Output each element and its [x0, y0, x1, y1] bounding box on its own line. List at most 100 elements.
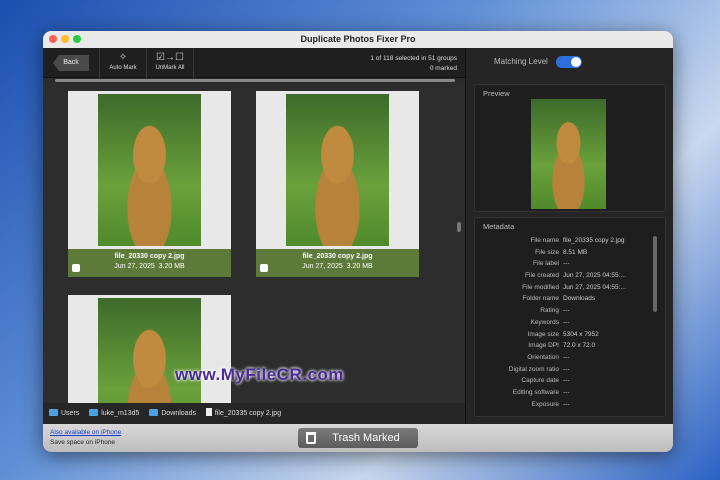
- breadcrumb-item[interactable]: Downloads: [149, 409, 196, 417]
- metadata-row: Editing software ---: [475, 387, 665, 399]
- dog-preview-image: [531, 99, 606, 209]
- metadata-key: Orientation: [527, 353, 559, 361]
- marked-count: 0 marked: [429, 65, 457, 72]
- app-window: Duplicate Photos Fixer Pro Back ✧ Auto M…: [43, 31, 673, 452]
- watermark: www.MyFileCR.com: [175, 365, 344, 384]
- unmark-all-label: UnMark All: [155, 65, 185, 71]
- photo-grid: file_20330 copy 2.jpg Jun 27, 2025 3.20 …: [43, 83, 465, 403]
- mark-checkbox[interactable]: [260, 264, 268, 272]
- splitter-handle[interactable]: [457, 222, 461, 232]
- metadata-key: File modified: [522, 283, 559, 291]
- photo-card[interactable]: [68, 295, 231, 403]
- folder-icon: [89, 409, 99, 416]
- metadata-value: ---: [563, 318, 570, 326]
- selection-count: 1 of 118 selected in 51 groups: [370, 55, 457, 62]
- auto-mark-label: Auto Mark: [109, 65, 137, 71]
- metadata-key: Image size: [527, 330, 559, 338]
- metadata-value: ---: [563, 400, 570, 408]
- metadata-key: Digital zoom ratio: [508, 365, 559, 373]
- file-size: 3.20 MB: [158, 263, 185, 270]
- metadata-title: Metadata: [483, 222, 515, 231]
- metadata-row: Image size 5304 x 7952: [475, 329, 665, 341]
- file-name: file_20330 copy 2.jpg: [302, 253, 373, 260]
- breadcrumb-label: Downloads: [161, 410, 196, 417]
- metadata-value: ---: [563, 353, 570, 361]
- matching-level-toggle[interactable]: [556, 56, 582, 68]
- metadata-key: Editing software: [512, 388, 559, 396]
- metadata-row: Rating ---: [475, 305, 665, 317]
- folder-icon: [149, 409, 159, 416]
- metadata-value: Downloads: [563, 295, 596, 303]
- metadata-row: File modified Jun 27, 2025 04:55:...: [475, 282, 665, 294]
- breadcrumb-item[interactable]: Users: [49, 409, 80, 417]
- metadata-row: Keywords ---: [475, 317, 665, 329]
- metadata-row: File size 8.51 MB: [475, 247, 665, 259]
- metadata-scrollbar[interactable]: [653, 236, 657, 312]
- selection-status: 1 of 118 selected in 51 groups 0 marked: [370, 54, 457, 74]
- title-bar: Duplicate Photos Fixer Pro: [43, 31, 673, 48]
- metadata-row: Image DPI 72.0 x 72.0: [475, 340, 665, 352]
- trash-icon: [306, 432, 316, 444]
- metadata-panel: Metadata File name file_20335 copy 2.jpg F…: [474, 217, 666, 417]
- magic-wand-icon: ✧: [118, 52, 128, 63]
- metadata-row: Capture date ---: [475, 375, 665, 387]
- metadata-value: ---: [563, 260, 570, 268]
- breadcrumb-label: file_20335 copy 2.jpg: [214, 410, 282, 417]
- metadata-key: File size: [535, 248, 559, 256]
- window-title: Duplicate Photos Fixer Pro: [300, 34, 416, 44]
- metadata-row: Exposure ---: [475, 399, 665, 411]
- metadata-key: File label: [532, 260, 559, 268]
- minimize-window-button[interactable]: [61, 35, 69, 43]
- breadcrumb-item[interactable]: luke_m13d5: [89, 409, 140, 417]
- metadata-key: Rating: [540, 307, 559, 315]
- metadata-value: ---: [563, 388, 570, 396]
- dog-photo-thumbnail: [98, 298, 201, 403]
- close-window-button[interactable]: [49, 35, 57, 43]
- metadata-row: Orientation ---: [475, 352, 665, 364]
- metadata-value: 72.0 x 72.0: [563, 342, 596, 350]
- metadata-key: Folder name: [522, 295, 560, 303]
- metadata-value: ---: [563, 377, 570, 385]
- auto-mark-button[interactable]: ✧ Auto Mark: [99, 48, 146, 78]
- file-icon: [205, 408, 212, 416]
- breadcrumb-item[interactable]: file_20335 copy 2.jpg: [205, 408, 282, 417]
- unmark-all-button[interactable]: ☑→☐ UnMark All: [146, 48, 194, 78]
- metadata-key: Capture date: [521, 377, 559, 385]
- iphone-link[interactable]: Also available on iPhone: [50, 429, 121, 436]
- dog-photo-thumbnail: [98, 94, 201, 246]
- photo-card[interactable]: file_20330 copy 2.jpg Jun 27, 2025 3.20 …: [68, 91, 231, 277]
- file-size: 3.20 MB: [346, 263, 373, 270]
- trash-marked-button[interactable]: Trash Marked: [298, 428, 418, 448]
- metadata-row: Folder name Downloads: [475, 293, 665, 305]
- metadata-row: File created Jun 27, 2025 04:55:...: [475, 270, 665, 282]
- dog-photo-thumbnail: [286, 94, 389, 246]
- iphone-note: Save space on iPhone: [50, 439, 116, 446]
- metadata-row: File name file_20335 copy 2.jpg: [475, 235, 665, 247]
- photo-card[interactable]: file_20330 copy 2.jpg Jun 27, 2025 3.20 …: [256, 91, 419, 277]
- footer-bar: Also available on iPhone Save space on i…: [43, 424, 673, 452]
- back-button[interactable]: Back: [53, 55, 89, 71]
- breadcrumb-label: luke_m13d5: [101, 410, 140, 417]
- trash-marked-label: Trash Marked: [332, 432, 400, 444]
- unmark-icon: ☑→☐: [156, 52, 184, 63]
- metadata-key: Image DPI: [528, 342, 559, 350]
- mark-checkbox[interactable]: [72, 264, 80, 272]
- metadata-value: 8.51 MB: [563, 248, 588, 256]
- preview-panel: Preview: [474, 84, 666, 212]
- metadata-value: ---: [563, 307, 570, 315]
- breadcrumb-label: Users: [61, 410, 80, 417]
- matching-level-label: Matching Level: [494, 57, 548, 66]
- metadata-key: File created: [525, 272, 559, 280]
- metadata-value: file_20335 copy 2.jpg: [563, 237, 625, 244]
- file-date: Jun 27, 2025: [302, 263, 343, 270]
- metadata-key: File name: [530, 237, 559, 244]
- metadata-row: File label ---: [475, 258, 665, 270]
- zoom-window-button[interactable]: [73, 35, 81, 43]
- metadata-row: Digital zoom ratio ---: [475, 364, 665, 376]
- folder-icon: [49, 409, 58, 416]
- metadata-value: 5304 x 7952: [563, 330, 599, 338]
- breadcrumb: Users luke_m13d5 Downloads file_20335 co…: [43, 403, 465, 424]
- metadata-value: Jun 27, 2025 04:55:...: [563, 283, 626, 291]
- metadata-key: Exposure: [531, 400, 559, 408]
- progress-bar: [55, 79, 455, 82]
